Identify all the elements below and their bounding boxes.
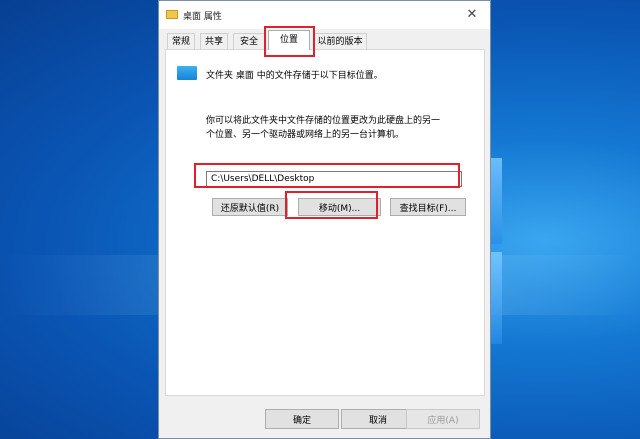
folder-icon bbox=[177, 66, 197, 80]
location-info: 你可以将此文件夹中文件存储的位置更改为此硬盘上的另一个位置、另一个驱动器或网络上… bbox=[206, 116, 441, 140]
path-input[interactable] bbox=[206, 171, 462, 187]
tab-security[interactable]: 安全 bbox=[233, 33, 265, 49]
find-target-button[interactable]: 查找目标(F)... bbox=[390, 198, 466, 216]
cancel-button[interactable]: 取消 bbox=[341, 409, 415, 429]
close-button[interactable]: ✕ bbox=[462, 5, 482, 25]
dialog-title: 桌面 属性 bbox=[183, 12, 222, 22]
folder-icon bbox=[166, 10, 178, 19]
tab-strip: 常规 共享 安全 位置 以前的版本 bbox=[165, 30, 485, 50]
location-panel: 文件夹 桌面 中的文件存储于以下目标位置。 你可以将此文件夹中文件存储的位置更改… bbox=[165, 49, 485, 396]
title-bar[interactable]: 桌面 属性 ✕ bbox=[159, 1, 490, 29]
ok-button[interactable]: 确定 bbox=[265, 409, 339, 429]
restore-default-button[interactable]: 还原默认值(R) bbox=[212, 198, 288, 216]
tab-general[interactable]: 常规 bbox=[167, 33, 195, 49]
tab-sharing[interactable]: 共享 bbox=[200, 33, 228, 49]
apply-button: 应用(A) bbox=[406, 409, 480, 429]
properties-dialog: 桌面 属性 ✕ 常规 共享 安全 位置 以前的版本 文件夹 桌面 中的文件存储于… bbox=[158, 0, 491, 439]
location-description: 文件夹 桌面 中的文件存储于以下目标位置。 bbox=[206, 71, 383, 81]
tab-location[interactable]: 位置 bbox=[268, 30, 310, 50]
tab-previous-versions[interactable]: 以前的版本 bbox=[313, 33, 367, 49]
move-button[interactable]: 移动(M)... bbox=[298, 198, 381, 216]
